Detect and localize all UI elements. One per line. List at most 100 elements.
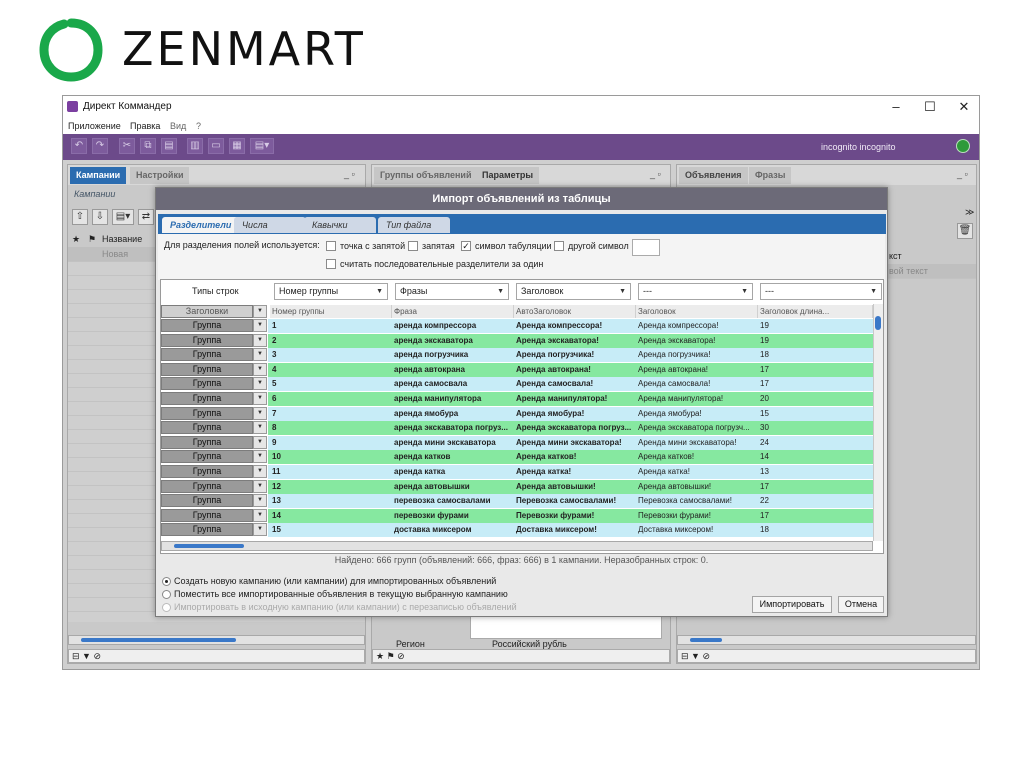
- table-icon[interactable]: ▦: [229, 138, 245, 154]
- row-type-cell[interactable]: Группа: [161, 348, 253, 362]
- radio-current-campaign[interactable]: [162, 590, 171, 599]
- row-type-cell[interactable]: Группа: [161, 508, 253, 522]
- filter-icon[interactable]: ⊟ ▼ ⊘: [681, 651, 710, 662]
- row-type-cell[interactable]: Группа: [161, 319, 253, 332]
- close-button[interactable]: ✕: [947, 98, 979, 116]
- panel-minimize-icon[interactable]: _ ▫: [344, 169, 355, 179]
- filter-icon[interactable]: ⊟ ▼ ⊘: [72, 651, 101, 662]
- file-icon[interactable]: ▤▾: [112, 209, 134, 225]
- checkbox-tab[interactable]: ✓: [461, 241, 471, 251]
- star-icon[interactable]: ★: [72, 234, 80, 245]
- column-select-1[interactable]: Номер группы ▼: [274, 283, 388, 300]
- menu-edit[interactable]: Правка: [130, 121, 160, 131]
- grid-hscroll[interactable]: [161, 541, 873, 551]
- ad-row[interactable]: вой текст: [887, 264, 976, 279]
- column-name-header[interactable]: Название: [102, 234, 142, 244]
- column-select-3[interactable]: Заголовок ▼: [516, 283, 631, 300]
- move-down-icon[interactable]: ⇩: [92, 209, 108, 225]
- row-type-dropdown-icon[interactable]: ▼: [253, 523, 267, 537]
- ads-filter-bar[interactable]: ⊟ ▼ ⊘: [677, 649, 976, 663]
- panel-minimize-icon[interactable]: _ ▫: [957, 169, 968, 179]
- panel-minimize-icon[interactable]: _ ▫: [650, 169, 661, 179]
- menu-view[interactable]: Вид: [170, 121, 186, 131]
- flag-icon[interactable]: ⚑: [88, 234, 96, 245]
- row-type-dropdown-icon[interactable]: ▼: [253, 435, 267, 449]
- checkbox-semicolon[interactable]: [326, 241, 336, 251]
- tab-numbers[interactable]: Числа: [234, 217, 306, 233]
- import-button[interactable]: Импортировать: [752, 596, 832, 613]
- row-type-dropdown-icon[interactable]: ▼: [253, 450, 267, 464]
- groups-filter-bar[interactable]: ★ ⚑ ⊘: [372, 649, 670, 663]
- row-type-header-dropdown-icon[interactable]: ▼: [253, 305, 267, 318]
- undo-icon[interactable]: ↶: [71, 138, 87, 154]
- row-type-cell[interactable]: Группа: [161, 406, 253, 420]
- tab-settings[interactable]: Настройки: [130, 167, 190, 184]
- row-type-dropdown-icon[interactable]: ▼: [253, 377, 267, 391]
- tab-ad-groups[interactable]: Группы объявлений: [374, 167, 478, 184]
- view-dropdown-icon[interactable]: ▤▾: [250, 138, 274, 154]
- row-type-cell[interactable]: Группа: [161, 479, 253, 493]
- row-type-header-cell[interactable]: Заголовки: [161, 305, 253, 318]
- row-type-dropdown-icon[interactable]: ▼: [253, 508, 267, 522]
- row-type-dropdown-icon[interactable]: ▼: [253, 319, 267, 332]
- column-select-5[interactable]: --- ▼: [760, 283, 882, 300]
- grid-vscroll-thumb[interactable]: [875, 316, 881, 330]
- trash-icon[interactable]: 🗑: [957, 223, 973, 239]
- move-up-icon[interactable]: ⇧: [72, 209, 88, 225]
- row-type-cell[interactable]: Группа: [161, 465, 253, 478]
- radio-overwrite[interactable]: [162, 603, 171, 612]
- radio-new-campaign[interactable]: [162, 577, 171, 586]
- ads-hscroll-thumb[interactable]: [690, 638, 722, 642]
- paste-icon[interactable]: ▤: [161, 138, 177, 154]
- checkbox-comma[interactable]: [408, 241, 418, 251]
- row-type-cell[interactable]: Группа: [161, 421, 253, 435]
- row-type-cell[interactable]: Группа: [161, 377, 253, 391]
- cut-icon[interactable]: ✂: [119, 138, 135, 154]
- campaigns-hscroll[interactable]: [68, 635, 365, 645]
- chart-icon[interactable]: ▥: [187, 138, 203, 154]
- row-type-cell[interactable]: Группа: [161, 450, 253, 464]
- row-type-dropdown-icon[interactable]: ▼: [253, 362, 267, 376]
- row-type-cell[interactable]: Группа: [161, 523, 253, 537]
- import-icon[interactable]: ⇄: [138, 209, 154, 225]
- row-type-dropdown-icon[interactable]: ▼: [253, 494, 267, 508]
- row-type-dropdown-icon[interactable]: ▼: [253, 348, 267, 362]
- copy-icon[interactable]: ⧉: [140, 138, 156, 154]
- expand-icon[interactable]: ≫: [965, 207, 974, 218]
- grid-vscroll[interactable]: [873, 304, 883, 541]
- tab-phrases[interactable]: Фразы: [749, 167, 792, 184]
- row-type-cell[interactable]: Группа: [161, 392, 253, 405]
- campaigns-filter-bar[interactable]: ⊟ ▼ ⊘: [68, 649, 365, 663]
- row-type-cell[interactable]: Группа: [161, 435, 253, 449]
- menu-app[interactable]: Приложение: [68, 121, 121, 131]
- tab-quotes[interactable]: Кавычки: [304, 217, 376, 233]
- row-type-cell[interactable]: Группа: [161, 494, 253, 508]
- column-select-2[interactable]: Фразы ▼: [395, 283, 509, 300]
- form-icon[interactable]: ▭: [208, 138, 224, 154]
- campaigns-hscroll-thumb[interactable]: [81, 638, 236, 642]
- menu-help[interactable]: ?: [196, 121, 201, 131]
- row-type-cell[interactable]: Группа: [161, 362, 253, 376]
- row-type-dropdown-icon[interactable]: ▼: [253, 392, 267, 405]
- grid-hscroll-thumb[interactable]: [174, 544, 244, 548]
- maximize-button[interactable]: ☐: [913, 98, 947, 116]
- column-text-header[interactable]: кст: [889, 251, 902, 261]
- ads-hscroll[interactable]: [677, 635, 976, 645]
- checkbox-other[interactable]: [554, 241, 564, 251]
- tab-file-type[interactable]: Тип файла: [378, 217, 450, 233]
- row-type-dropdown-icon[interactable]: ▼: [253, 465, 267, 478]
- star-filter-icon[interactable]: ★ ⚑ ⊘: [376, 651, 405, 662]
- tab-parameters[interactable]: Параметры: [476, 167, 540, 184]
- cancel-button[interactable]: Отмена: [838, 596, 884, 613]
- user-status-icon[interactable]: [956, 139, 970, 153]
- minimize-button[interactable]: –: [879, 98, 913, 116]
- tab-ads[interactable]: Объявления: [679, 167, 748, 184]
- row-type-dropdown-icon[interactable]: ▼: [253, 406, 267, 420]
- row-type-dropdown-icon[interactable]: ▼: [253, 333, 267, 347]
- tab-separators[interactable]: Разделители: [162, 217, 240, 233]
- redo-icon[interactable]: ↷: [92, 138, 108, 154]
- row-type-dropdown-icon[interactable]: ▼: [253, 479, 267, 493]
- tab-campaigns[interactable]: Кампании: [70, 167, 127, 184]
- custom-symbol-input[interactable]: [632, 239, 660, 256]
- checkbox-consecutive[interactable]: [326, 259, 336, 269]
